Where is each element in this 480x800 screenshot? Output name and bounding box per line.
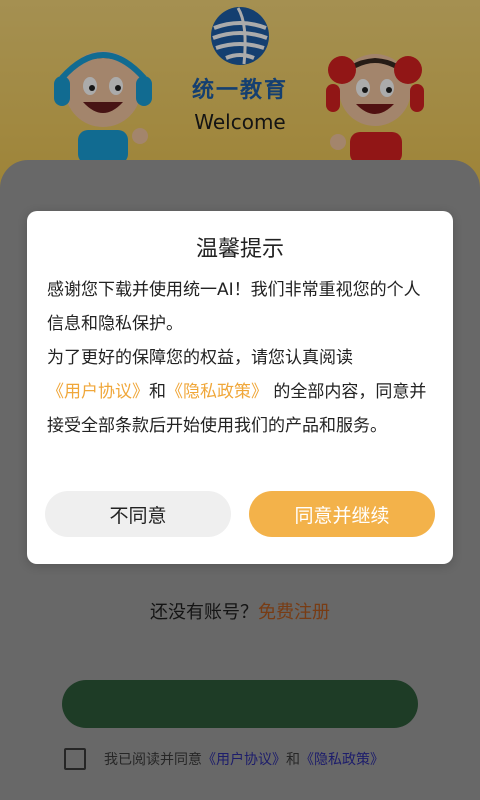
dialog-line-1: 感谢您下载并使用统一AI！我们非常重视您的个人信息和隐私保护。	[47, 280, 421, 334]
dialog-privacy-policy-link[interactable]: 《隐私政策》	[166, 382, 268, 402]
dialog-line-3: 《用户协议》和《隐私政策》 的全部内容，同意并接受全部条款后开始使用我们的产品和…	[47, 375, 433, 443]
dialog-line-2: 为了更好的保障您的权益，请您认真阅读	[47, 348, 353, 368]
dialog-user-agreement-link[interactable]: 《用户协议》	[47, 382, 149, 402]
dialog-body: 感谢您下载并使用统一AI！我们非常重视您的个人信息和隐私保护。 为了更好的保障您…	[47, 273, 433, 443]
privacy-dialog: 温馨提示 感谢您下载并使用统一AI！我们非常重视您的个人信息和隐私保护。 为了更…	[27, 211, 453, 564]
disagree-button[interactable]: 不同意	[45, 491, 231, 537]
app-screen: 统一教育 Welcome 还没有账号？免费注册 我已阅读并同意 《用户协议》 和…	[0, 0, 480, 800]
agree-continue-button[interactable]: 同意并继续	[249, 491, 435, 537]
dialog-and: 和	[149, 382, 166, 402]
dialog-title: 温馨提示	[195, 237, 284, 262]
